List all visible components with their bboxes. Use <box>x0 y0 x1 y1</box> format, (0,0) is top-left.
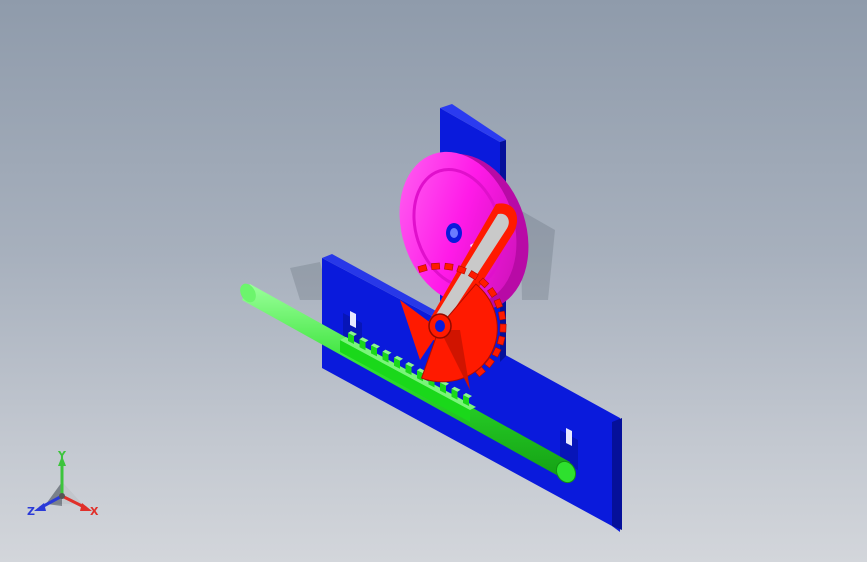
x-axis-label: X <box>90 505 99 518</box>
3d-viewport[interactable]: Y X Z <box>0 0 867 562</box>
sector-tooth <box>499 323 507 333</box>
assembly-model[interactable] <box>0 0 867 562</box>
sector-tooth <box>431 262 441 270</box>
y-axis-label: Y <box>58 449 66 462</box>
z-axis-arrow <box>34 503 46 511</box>
z-axis-label: Z <box>27 505 35 518</box>
sector-tooth <box>498 310 506 321</box>
sector-tooth <box>444 262 454 271</box>
axis-triad[interactable]: Y X Z <box>24 448 108 524</box>
